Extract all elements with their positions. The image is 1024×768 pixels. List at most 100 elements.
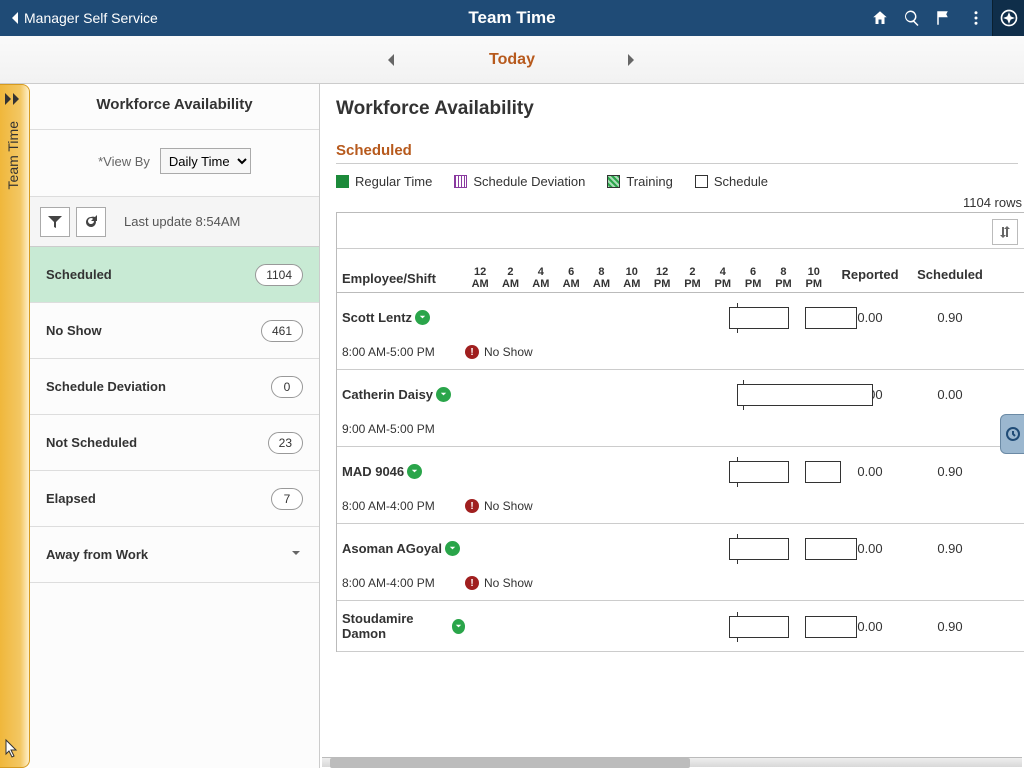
sidebar-title: Workforce Availability [30,84,319,130]
sidebar: Workforce Availability *View By Daily Ti… [30,84,320,768]
status-count: 7 [271,488,303,510]
reported-value: 0.00 [829,464,911,479]
time-col: 6PM [738,266,768,290]
employee-name[interactable]: MAD 9046 [337,464,465,479]
time-col: 10AM [617,266,647,290]
employee-row: Scott Lentz0.000.908:00 AM-5:00 PM!No Sh… [337,293,1024,370]
schedule-bar[interactable] [729,616,789,638]
status-item-scheduled[interactable]: Scheduled 1104 [30,247,319,303]
employee-name[interactable]: Stoudamire Damon [337,611,465,641]
schedule-bar[interactable] [805,307,857,329]
swatch-regular-icon [336,175,349,188]
status-label: Scheduled [46,267,112,282]
col-times: 12AM2AM4AM6AM8AM10AM12PM2PM4PM6PM8PM10PM [465,266,829,292]
employee-menu-icon[interactable] [452,619,465,634]
alert-icon: ! [465,345,479,359]
schedule-bars [465,612,829,640]
employee-menu-icon[interactable] [415,310,430,325]
status-count: 1104 [255,264,303,286]
shift-time: 8:00 AM-4:00 PM [337,576,465,590]
employee-name[interactable]: Asoman AGoyal [337,541,465,556]
status-item-schedule-deviation[interactable]: Schedule Deviation0 [30,359,319,415]
time-col: 10PM [799,266,829,290]
tab-handle-label: Team Time [5,121,21,189]
status-item-no-show[interactable]: No Show 461 [30,303,319,359]
compass-icon[interactable] [992,0,1024,36]
related-info-tab[interactable] [1000,414,1024,454]
search-icon[interactable] [896,0,928,36]
employee-row: Asoman AGoyal0.000.908:00 AM-4:00 PM!No … [337,524,1024,601]
legend-training: Training [607,174,672,189]
time-col: 6AM [556,266,586,290]
status-label: Away from Work [46,547,148,562]
schedule-bars [465,303,829,331]
time-col: 8PM [768,266,798,290]
schedule-bar[interactable] [805,461,841,483]
schedule-bar[interactable] [729,461,789,483]
time-col: 4PM [708,266,738,290]
status-label: No Show [46,323,102,338]
top-banner: Manager Self Service Team Time [0,0,1024,36]
viewby-select[interactable]: Daily Time [160,148,251,174]
section-title: Scheduled [336,142,1024,159]
status-item-not-scheduled[interactable]: Not Scheduled 23 [30,415,319,471]
main-title: Workforce Availability [336,98,1024,120]
status-list: Scheduled 1104 No Show 461 Schedule Deviatio… [30,247,319,583]
shift-time: 8:00 AM-4:00 PM [337,499,465,513]
rows-count: 1104 rows [336,195,1022,210]
more-icon[interactable] [960,0,992,36]
grid-header: Employee/Shift 12AM2AM4AM6AM8AM10AM12PM2… [337,249,1024,293]
scheduled-value: 0.90 [911,619,989,634]
status-count: 461 [261,320,303,342]
schedule-bars [465,380,829,408]
filter-button[interactable] [40,207,70,237]
time-col: 8AM [586,266,616,290]
legend-regular: Regular Time [336,174,432,189]
schedule-bar[interactable] [737,384,873,406]
time-col: 12AM [465,266,495,290]
prev-day-button[interactable] [385,53,399,67]
sidebar-tools: Last update 8:54AM [30,197,319,247]
horizontal-scrollbar[interactable] [322,757,1022,767]
status-item-elapsed[interactable]: Elapsed 7 [30,471,319,527]
noshow-badge: !No Show [465,576,533,590]
employee-menu-icon[interactable] [407,464,422,479]
expand-panel-handle[interactable]: Team Time [0,84,30,768]
next-day-button[interactable] [625,53,639,67]
grid: Employee/Shift 12AM2AM4AM6AM8AM10AM12PM2… [336,212,1024,652]
employee-menu-icon[interactable] [436,387,451,402]
schedule-bar[interactable] [805,538,857,560]
cursor-icon [2,738,22,763]
col-reported[interactable]: Reported [829,267,911,292]
schedule-bar[interactable] [729,307,789,329]
viewby-row: *View By Daily Time [30,130,319,197]
shift-time: 8:00 AM-5:00 PM [337,345,465,359]
main-content: Workforce Availability Scheduled Regular… [320,84,1024,768]
col-employee[interactable]: Employee/Shift [337,271,465,292]
employee-name[interactable]: Scott Lentz [337,310,465,325]
schedule-bar[interactable] [729,538,789,560]
employee-menu-icon[interactable] [445,541,460,556]
alert-icon: ! [465,576,479,590]
time-col: 2PM [677,266,707,290]
swatch-schedule-icon [695,175,708,188]
employee-row: MAD 90460.000.908:00 AM-4:00 PM!No Show [337,447,1024,524]
col-scheduled[interactable]: Scheduled [911,267,989,292]
sort-button[interactable] [992,219,1018,245]
employee-name[interactable]: Catherin Daisy [337,387,465,402]
status-label: Schedule Deviation [46,379,166,394]
home-icon[interactable] [864,0,896,36]
chevron-down-icon [289,546,303,563]
status-label: Elapsed [46,491,96,506]
scrollbar-thumb[interactable] [330,758,690,768]
date-label[interactable]: Today [489,51,535,69]
time-col: 12PM [647,266,677,290]
schedule-bar[interactable] [805,616,857,638]
flag-icon[interactable] [928,0,960,36]
refresh-button[interactable] [76,207,106,237]
back-button[interactable]: Manager Self Service [0,10,168,26]
status-item-away-from-work[interactable]: Away from Work [30,527,319,583]
status-label: Not Scheduled [46,435,137,450]
status-count: 23 [268,432,303,454]
schedule-bars [465,457,829,485]
